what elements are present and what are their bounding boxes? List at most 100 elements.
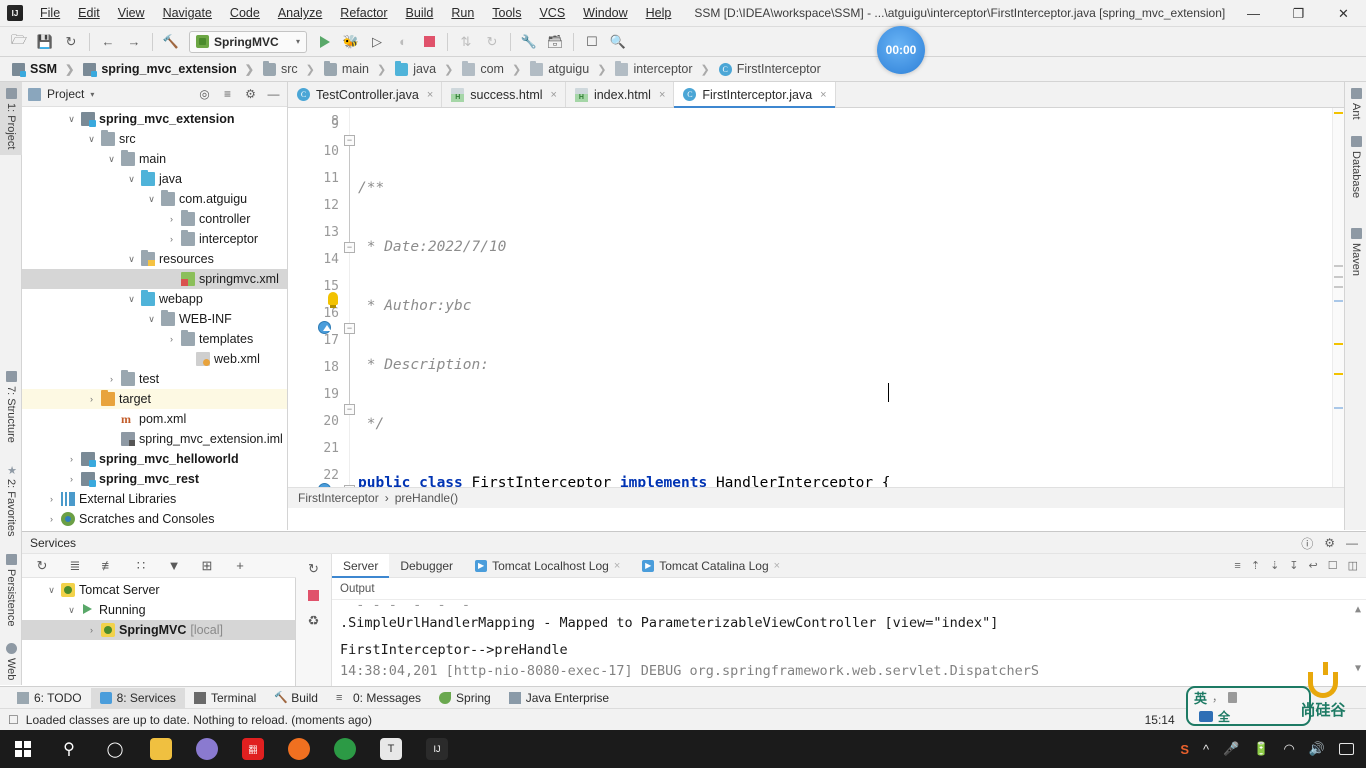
- tree-node-web-xml[interactable]: web.xml: [22, 349, 287, 369]
- sogou-input-icon[interactable]: S: [1180, 742, 1189, 757]
- maximize-button[interactable]: ❐: [1276, 0, 1321, 27]
- terminal-icon[interactable]: ☐: [581, 31, 603, 53]
- help-icon[interactable]: ⓘ: [1301, 535, 1313, 552]
- services-node-running[interactable]: ∨ Running: [22, 600, 295, 620]
- editor-tab-testcontroller[interactable]: C TestController.java ×: [288, 82, 443, 107]
- tree-node-main[interactable]: ∨ main: [22, 149, 287, 169]
- console-scrollbar[interactable]: ▲ ▼: [1352, 604, 1364, 682]
- editor-tab-firstinterceptor[interactable]: C FirstInterceptor.java ×: [674, 82, 836, 108]
- breadcrumb-item-spring-mvc-extension[interactable]: spring_mvc_extension ❯: [81, 60, 260, 78]
- tool-tab-favorites[interactable]: ★ 2: Favorites: [0, 458, 22, 542]
- expand-arrow[interactable]: ›: [46, 494, 57, 504]
- code-editor[interactable]: 8 9 10 11 12 13 14 15 16 17 18 19 20 21 …: [288, 108, 1344, 508]
- breadcrumb-item-java[interactable]: java ❯: [393, 60, 459, 78]
- tool-tab-structure[interactable]: 7: Structure: [0, 365, 22, 449]
- tree-node-src[interactable]: ∨ src: [22, 129, 287, 149]
- search-everywhere-icon[interactable]: 🔍: [607, 31, 629, 53]
- redeploy-icon[interactable]: ♻: [303, 610, 325, 632]
- expand-arrow[interactable]: ∨: [106, 154, 117, 165]
- filter-icon[interactable]: ▼: [163, 555, 185, 577]
- back-arrow-icon[interactable]: ←: [97, 31, 119, 53]
- expand-arrow[interactable]: ∨: [126, 174, 137, 185]
- close-icon[interactable]: ×: [551, 89, 557, 101]
- wrap-icon[interactable]: ≡: [1234, 560, 1240, 572]
- microphone-icon[interactable]: 🎤: [1223, 741, 1239, 757]
- taskbar-intellij-idea-icon[interactable]: IJ: [414, 730, 460, 768]
- show-hidden-icons-icon[interactable]: ^: [1203, 742, 1209, 757]
- bottom-tab-terminal[interactable]: Terminal: [185, 688, 265, 708]
- expand-arrow[interactable]: ›: [166, 234, 177, 244]
- taskbar-firefox-icon[interactable]: [276, 730, 322, 768]
- bottom-tab-messages[interactable]: ≡ 0: Messages: [327, 688, 430, 708]
- expand-arrow[interactable]: ›: [86, 394, 97, 404]
- profile-icon[interactable]: ◐: [392, 31, 414, 53]
- bottom-tab-java-enterprise[interactable]: Java Enterprise: [500, 688, 618, 708]
- services-tab-debugger[interactable]: Debugger: [389, 554, 464, 577]
- taskbar-youdao-dict-icon[interactable]: 翻: [230, 730, 276, 768]
- settings-gear-icon[interactable]: ⚙: [243, 87, 258, 101]
- collapse-all-icon[interactable]: ≡: [220, 87, 235, 101]
- hide-icon[interactable]: —: [1346, 536, 1358, 550]
- taskbar-fish-app-icon[interactable]: [184, 730, 230, 768]
- locate-icon[interactable]: ◎: [197, 87, 212, 101]
- menu-file[interactable]: File: [31, 2, 69, 24]
- breadcrumb-item-src[interactable]: src ❯: [261, 60, 321, 78]
- run-icon[interactable]: [314, 31, 336, 53]
- rerun-icon[interactable]: ↻: [303, 558, 325, 580]
- tool-tab-maven[interactable]: Maven: [1345, 222, 1366, 282]
- menu-tools[interactable]: Tools: [483, 2, 530, 24]
- close-button[interactable]: ✕: [1321, 0, 1366, 27]
- menu-code[interactable]: Code: [221, 2, 269, 24]
- close-icon[interactable]: ×: [659, 89, 665, 101]
- expand-arrow[interactable]: ›: [166, 214, 177, 224]
- tool-tab-project[interactable]: 1: Project: [0, 82, 22, 156]
- tree-node-external-libraries[interactable]: › External Libraries: [22, 489, 287, 509]
- taskbar-search-icon[interactable]: ⚲: [46, 730, 92, 768]
- stop-icon[interactable]: [303, 584, 325, 606]
- bottom-tab-build[interactable]: 🔨 Build: [265, 688, 327, 708]
- debug-icon[interactable]: 🐝: [340, 31, 362, 53]
- tree-node-web-inf[interactable]: ∨ WEB-INF: [22, 309, 287, 329]
- volume-icon[interactable]: 🔊: [1309, 741, 1325, 757]
- group-icon[interactable]: ∷: [130, 555, 152, 577]
- update-app-icon[interactable]: ⇅: [455, 31, 477, 53]
- bottom-tab-todo[interactable]: 6: TODO: [8, 688, 91, 708]
- scroll-down-icon[interactable]: ⇣: [1270, 559, 1279, 572]
- tree-node-test[interactable]: › test: [22, 369, 287, 389]
- run-configuration-selector[interactable]: SpringMVC ▾: [189, 30, 307, 53]
- breadcrumb-item-ssm[interactable]: SSM ❯: [10, 60, 80, 78]
- print-icon[interactable]: ↧: [1289, 559, 1298, 572]
- ime-mode-label[interactable]: 英: [1194, 688, 1207, 707]
- tree-node-com-atguigu[interactable]: ∨ com.atguigu: [22, 189, 287, 209]
- breadcrumb-item-interceptor[interactable]: interceptor ❯: [613, 60, 715, 78]
- editor-tab-index-html[interactable]: index.html ×: [565, 82, 675, 107]
- expand-arrow[interactable]: ›: [86, 625, 97, 635]
- expand-arrow[interactable]: ∨: [146, 194, 157, 205]
- bottom-tab-spring[interactable]: Spring: [430, 688, 500, 708]
- services-tab-server[interactable]: Server: [332, 554, 390, 578]
- scroll-up-icon[interactable]: ▲: [1352, 604, 1364, 615]
- hammer-icon[interactable]: 🔨: [160, 31, 182, 53]
- project-structure-icon[interactable]: 🗃: [544, 31, 566, 53]
- toggle-icon[interactable]: ◫: [1348, 559, 1358, 572]
- tree-node-interceptor[interactable]: › interceptor: [22, 229, 287, 249]
- ime-punctuation-label[interactable]: ，: [1212, 689, 1223, 705]
- settings-gear-icon[interactable]: ⚙: [1324, 536, 1335, 550]
- wrench-icon[interactable]: 🔧: [518, 31, 540, 53]
- taskbar-text-editor-icon[interactable]: T: [368, 730, 414, 768]
- menu-edit[interactable]: Edit: [69, 2, 109, 24]
- breadcrumb-item-atguigu[interactable]: atguigu ❯: [528, 60, 612, 78]
- services-tab-tomcat-catalina-log[interactable]: ▶ Tomcat Catalina Log ×: [631, 554, 791, 577]
- expand-arrow[interactable]: ∨: [86, 134, 97, 145]
- menu-view[interactable]: View: [109, 2, 154, 24]
- expand-arrow[interactable]: ›: [66, 474, 77, 484]
- expand-arrow[interactable]: ›: [46, 514, 57, 524]
- expand-arrow[interactable]: ›: [106, 374, 117, 384]
- tree-node-controller[interactable]: › controller: [22, 209, 287, 229]
- stop-icon[interactable]: [418, 31, 440, 53]
- editor-gutter[interactable]: 8 9 10 11 12 13 14 15 16 17 18 19 20 21 …: [288, 108, 355, 508]
- ime-fullwidth-label[interactable]: 全: [1218, 708, 1230, 725]
- intention-bulb-icon[interactable]: [328, 292, 338, 308]
- tree-node-templates[interactable]: › templates: [22, 329, 287, 349]
- services-node-springmvc[interactable]: › SpringMVC [local]: [22, 620, 295, 640]
